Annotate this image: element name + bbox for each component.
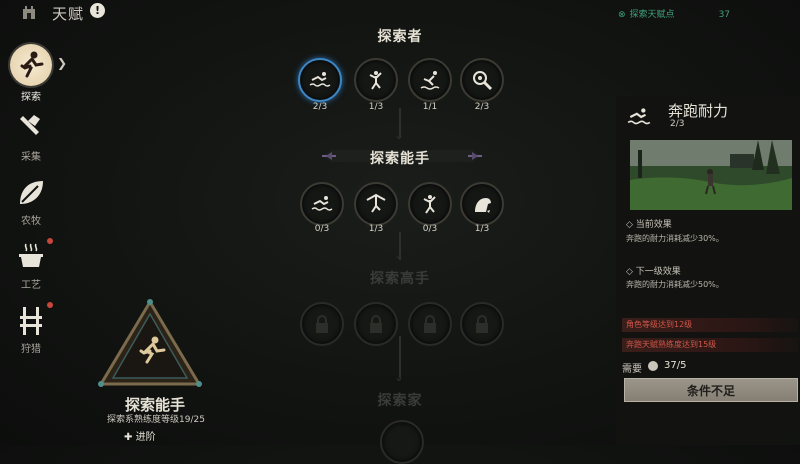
axe-icon bbox=[14, 112, 48, 146]
tier-title-skilled: 探索能手 bbox=[370, 151, 430, 167]
current-effect-heading: ◇ 当前效果 bbox=[626, 220, 672, 230]
talent-node-swim-endurance[interactable] bbox=[298, 58, 342, 102]
sidebar-item-label: 探索 bbox=[21, 92, 41, 103]
talent-level: 2/3 bbox=[670, 119, 685, 129]
talent-node-mount[interactable] bbox=[460, 182, 504, 226]
sidebar-item-explore[interactable]: 探索 bbox=[4, 44, 58, 103]
requirement-row: 奔跑天赋熟练度达到15级 bbox=[622, 338, 798, 352]
talent-preview-image bbox=[630, 140, 792, 210]
dive-icon bbox=[420, 71, 440, 90]
upgrade-button[interactable]: 条件不足 bbox=[624, 378, 798, 402]
tier-title-expert: 探索高手 bbox=[370, 271, 430, 287]
sidebar-item-label: 农牧 bbox=[21, 216, 41, 227]
glide-icon bbox=[366, 193, 386, 213]
lock-icon bbox=[370, 315, 382, 333]
climb-icon bbox=[369, 71, 382, 90]
talent-node-level: 0/3 bbox=[422, 224, 438, 234]
chevron-down-icon: ⌄ bbox=[394, 370, 405, 384]
advance-button[interactable]: ✚ 进阶 bbox=[124, 428, 156, 443]
talent-node-level: 1/3 bbox=[368, 102, 384, 112]
sidebar-item-label: 工艺 bbox=[21, 280, 41, 291]
lock-icon bbox=[424, 315, 436, 333]
cooking-pot-icon bbox=[14, 240, 48, 274]
talent-node-dive[interactable] bbox=[408, 58, 452, 102]
talent-node-level: 1/1 bbox=[422, 102, 438, 112]
plus-icon: ✚ bbox=[124, 432, 133, 443]
talent-node-climb-advanced[interactable] bbox=[408, 182, 452, 226]
lock-icon bbox=[316, 315, 328, 333]
talent-node-level: 2/3 bbox=[474, 102, 490, 112]
requirement-row: 角色等级达到12级 bbox=[622, 318, 798, 332]
page-title: 天赋 bbox=[52, 5, 85, 23]
cost-value: 37/5 bbox=[664, 360, 687, 371]
talent-points: ⊗ 探索天赋点 37 bbox=[618, 7, 730, 20]
next-effect-text: 奔跑的耐力消耗减少50%。 bbox=[626, 280, 724, 289]
talent-node-locked[interactable] bbox=[460, 302, 504, 346]
leaf-icon bbox=[14, 176, 48, 210]
mount-icon bbox=[475, 198, 491, 213]
sidebar-item-hunt[interactable]: 狩猎 bbox=[4, 302, 58, 355]
current-effect-text: 奔跑的耐力消耗减少30%。 bbox=[626, 234, 724, 243]
sidebar-item-gather[interactable]: 采集 bbox=[4, 112, 58, 163]
talent-node-swim[interactable] bbox=[300, 182, 344, 226]
sidebar-item-craft[interactable]: 工艺 bbox=[4, 238, 58, 291]
talent-node-climb[interactable] bbox=[354, 58, 398, 102]
talent-node-locked[interactable] bbox=[300, 302, 344, 346]
trap-icon bbox=[14, 304, 48, 338]
cost-label: 需要 bbox=[622, 364, 642, 375]
sidebar-item-farm[interactable]: 农牧 bbox=[4, 176, 58, 227]
sidebar-item-label: 狩猎 bbox=[21, 344, 41, 355]
chevron-down-icon: ⌄ bbox=[394, 248, 405, 262]
talent-node-locked[interactable] bbox=[408, 302, 452, 346]
talent-node-level: 0/3 bbox=[314, 224, 330, 234]
talent-node-level: 1/3 bbox=[368, 224, 384, 234]
talent-title: 奔跑耐力 bbox=[668, 102, 729, 120]
swim-icon bbox=[309, 72, 331, 87]
swim-icon bbox=[626, 104, 652, 130]
talent-points-value: 37 bbox=[718, 10, 731, 20]
magnifier-icon bbox=[473, 71, 493, 91]
talent-node-search[interactable] bbox=[460, 58, 504, 102]
talent-node-level: 2/3 bbox=[312, 102, 328, 112]
talent-node-glide[interactable] bbox=[354, 182, 398, 226]
tier-title-explorer: 探索者 bbox=[377, 29, 423, 45]
rank-progress: 探索系熟练度等级19/25 bbox=[107, 415, 205, 425]
advance-label: 进阶 bbox=[135, 432, 156, 443]
alert-dot bbox=[47, 238, 53, 244]
next-effect-heading: ◇ 下一级效果 bbox=[626, 267, 681, 277]
talent-points-label: 探索天赋点 bbox=[629, 10, 675, 20]
castle-icon bbox=[20, 3, 38, 21]
alert-dot bbox=[47, 302, 53, 308]
climb-icon bbox=[423, 195, 436, 214]
talent-node-level: 1/3 bbox=[474, 224, 490, 234]
tier-title-master: 探索家 bbox=[377, 393, 423, 409]
runner-icon bbox=[10, 44, 52, 86]
talent-point-icon bbox=[648, 361, 658, 371]
chevron-right-icon[interactable]: ❯ bbox=[57, 56, 67, 70]
talent-node-locked[interactable] bbox=[380, 420, 424, 464]
rank-emblem bbox=[95, 298, 205, 394]
swim-icon bbox=[311, 196, 333, 211]
chevron-down-icon: ⌄ bbox=[394, 128, 405, 142]
talent-points-icon: ⊗ bbox=[618, 10, 626, 20]
lock-icon bbox=[476, 315, 488, 333]
info-icon[interactable]: ! bbox=[90, 3, 105, 18]
sidebar-item-label: 采集 bbox=[21, 152, 41, 163]
talent-node-locked[interactable] bbox=[354, 302, 398, 346]
